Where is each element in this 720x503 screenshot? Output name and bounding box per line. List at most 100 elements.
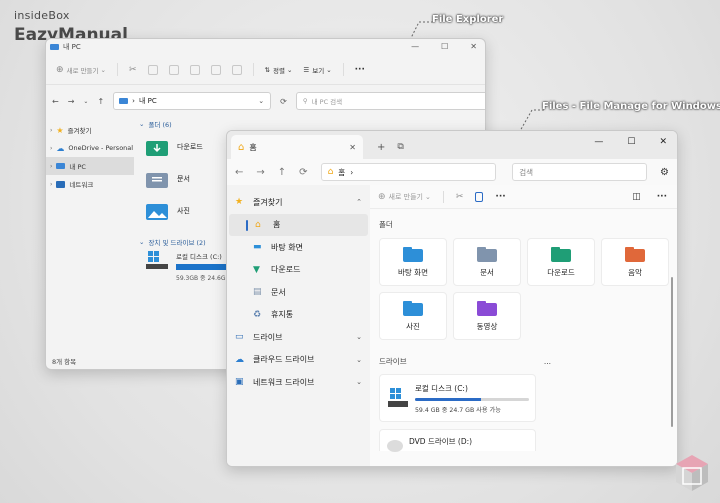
- sidebar-item-8[interactable]: ▣ 네트워크 드라이브 ⌄: [227, 371, 370, 394]
- back-arrow-icon[interactable]: ←: [52, 97, 59, 106]
- view-button[interactable]: ☰ 보기 ⌄: [303, 65, 331, 75]
- up-arrow-icon[interactable]: ↑: [97, 97, 104, 106]
- rename-icon[interactable]: [189, 64, 200, 75]
- close-button[interactable]: ✕: [470, 42, 477, 51]
- files-window-controls: — ☐ ✕: [594, 137, 667, 147]
- star-icon: ★: [56, 125, 64, 135]
- nav-item-this-pc[interactable]: › 내 PC: [46, 157, 134, 175]
- network-icon: [56, 180, 66, 188]
- folder-card[interactable]: 문서: [453, 238, 521, 286]
- explorer-search-input[interactable]: ⚲ 내 PC 검색: [295, 92, 485, 110]
- copy-icon[interactable]: [475, 191, 484, 202]
- share-icon[interactable]: [210, 64, 221, 75]
- sidebar-item-label: 문서: [271, 287, 286, 297]
- tab-label: 홈: [249, 142, 257, 152]
- folder-icon: [625, 247, 645, 262]
- tab-home[interactable]: ⌂ 홈 ✕: [231, 135, 363, 159]
- sidebar-item-4[interactable]: ▤ 문서: [227, 281, 370, 304]
- chevron-down-icon[interactable]: ⌄: [258, 97, 264, 105]
- settings-gear-icon[interactable]: ⚙: [660, 167, 669, 178]
- folder-label: 다운로드: [177, 143, 203, 151]
- folder-card[interactable]: 음악: [601, 238, 669, 286]
- nav-item-onedrive[interactable]: › ☁ OneDrive - Personal: [46, 139, 134, 157]
- sidebar-item-5[interactable]: ♻ 휴지통: [227, 304, 370, 327]
- scrollbar[interactable]: [671, 277, 673, 427]
- sidebar-item-3[interactable]: ▼ 다운로드: [227, 259, 370, 282]
- pc-icon: [56, 163, 66, 169]
- up-arrow-icon[interactable]: ↑: [278, 167, 286, 178]
- refresh-icon[interactable]: ⟳: [280, 97, 287, 106]
- minimize-button[interactable]: —: [594, 137, 603, 147]
- back-arrow-icon[interactable]: ←: [235, 167, 243, 178]
- divider: [116, 63, 118, 76]
- minimize-button[interactable]: —: [411, 42, 419, 51]
- chevron-icon[interactable]: ⌄: [356, 333, 362, 341]
- files-address-bar[interactable]: ⌂ 홈 ›: [320, 163, 497, 181]
- nav-item-network[interactable]: › 네트워크: [46, 175, 134, 193]
- forward-arrow-icon[interactable]: →: [256, 167, 264, 178]
- explorer-navigation-pane: › ★ 즐겨찾기 › ☁ OneDrive - Personal › 내 PC …: [46, 117, 134, 353]
- expand-chevron-icon[interactable]: ›: [50, 127, 52, 134]
- tab-tools: + ⧉: [377, 135, 404, 159]
- expand-chevron-icon[interactable]: ›: [50, 181, 52, 188]
- sidebar-item-0[interactable]: ★ 즐겨찾기 ⌃: [227, 191, 370, 214]
- folders-section-header[interactable]: ⌄ 폴더 (6): [136, 117, 485, 131]
- forward-arrow-icon[interactable]: →: [68, 97, 75, 106]
- maximize-button[interactable]: ☐: [627, 137, 635, 147]
- sidebar-item-7[interactable]: ☁ 클라우드 드라이브 ⌄: [227, 349, 370, 372]
- drives-section-label: 드라이브: [379, 357, 407, 366]
- delete-icon[interactable]: [231, 64, 242, 75]
- folder-card[interactable]: 다운로드: [527, 238, 595, 286]
- new-item-button[interactable]: ⊕ 새로 만들기 ⌄: [56, 65, 106, 75]
- files-toolbar: ⊕ 새로 만들기 ⌄ ✂ ··· ◫ ···: [370, 185, 677, 209]
- sidebar-item-1[interactable]: ⌂ 홈: [229, 213, 368, 236]
- expand-chevron-icon[interactable]: ›: [50, 163, 52, 170]
- folder-card[interactable]: 동영상: [453, 292, 521, 340]
- drive-card-c[interactable]: 로컬 디스크 (C:) 59.4 GB 중 24.7 GB 사용 가능: [379, 374, 536, 422]
- paste-icon[interactable]: [168, 64, 179, 75]
- sort-button[interactable]: ⇅ 정렬 ⌄: [265, 65, 293, 75]
- chevron-icon[interactable]: ⌃: [356, 198, 362, 206]
- maximize-button[interactable]: ☐: [441, 42, 448, 51]
- copy-icon[interactable]: [147, 64, 158, 75]
- home-icon: ⌂: [255, 219, 261, 230]
- drive-name: 로컬 디스크 (C:): [415, 383, 468, 393]
- chevron-down-icon: ⌄: [139, 238, 145, 246]
- sidebar-item-label: 네트워크 드라이브: [253, 377, 315, 387]
- new-tab-button[interactable]: +: [377, 142, 385, 153]
- new-item-button[interactable]: ⊕ 새로 만들기 ⌄: [378, 192, 431, 202]
- chevron-icon[interactable]: ⌄: [356, 378, 362, 386]
- divider: [342, 63, 344, 76]
- folder-label: 사진: [406, 322, 420, 331]
- close-button[interactable]: ✕: [659, 137, 667, 147]
- explorer-address-bar[interactable]: › 내 PC ⌄: [113, 92, 272, 110]
- chevron-icon[interactable]: ⌄: [356, 356, 362, 364]
- toolbar-divider: [442, 190, 444, 203]
- address-path: 홈: [338, 167, 346, 177]
- folder-card[interactable]: 사진: [379, 292, 447, 340]
- more-options-icon[interactable]: ···: [657, 192, 667, 202]
- files-main-pane: ⊕ 새로 만들기 ⌄ ✂ ··· ◫ ··· 폴더 바탕 화면 문서 다운로드 음악 사…: [370, 185, 677, 466]
- files-app-window: ⌂ 홈 ✕ + ⧉ — ☐ ✕ ← → ↑ ⟳ ⌂ 홈 › 검색 ⚙ ★ 즐겨찾기…: [226, 130, 678, 467]
- folder-icon: [551, 247, 571, 262]
- more-options-button[interactable]: ···: [355, 65, 365, 75]
- sidebar-item-2[interactable]: ▬ 바탕 화면: [227, 236, 370, 259]
- nav-item-favorites[interactable]: › ★ 즐겨찾기: [46, 121, 134, 139]
- drives-section-header: 드라이브 ...: [370, 340, 677, 367]
- folder-card[interactable]: 바탕 화면: [379, 238, 447, 286]
- sidebar-item-6[interactable]: ▭ 드라이브 ⌄: [227, 326, 370, 349]
- expand-chevron-icon[interactable]: ›: [50, 145, 52, 152]
- files-search-input[interactable]: 검색: [512, 163, 648, 181]
- drives-more-button[interactable]: ...: [544, 357, 551, 366]
- drive-card-d[interactable]: DVD 드라이브 (D:): [379, 429, 536, 452]
- sort-icon: ⇅: [264, 65, 270, 74]
- refresh-icon[interactable]: ⟳: [299, 167, 307, 178]
- more-options-button[interactable]: ···: [495, 192, 505, 202]
- cut-icon[interactable]: ✂: [129, 65, 137, 75]
- tab-actions-icon[interactable]: ⧉: [397, 142, 403, 152]
- documents-folder-icon: [146, 173, 168, 188]
- cut-icon[interactable]: ✂: [456, 192, 464, 202]
- close-tab-icon[interactable]: ✕: [349, 143, 356, 152]
- recent-chevron-icon[interactable]: ⌄: [83, 98, 88, 105]
- details-pane-icon[interactable]: ◫: [632, 192, 641, 202]
